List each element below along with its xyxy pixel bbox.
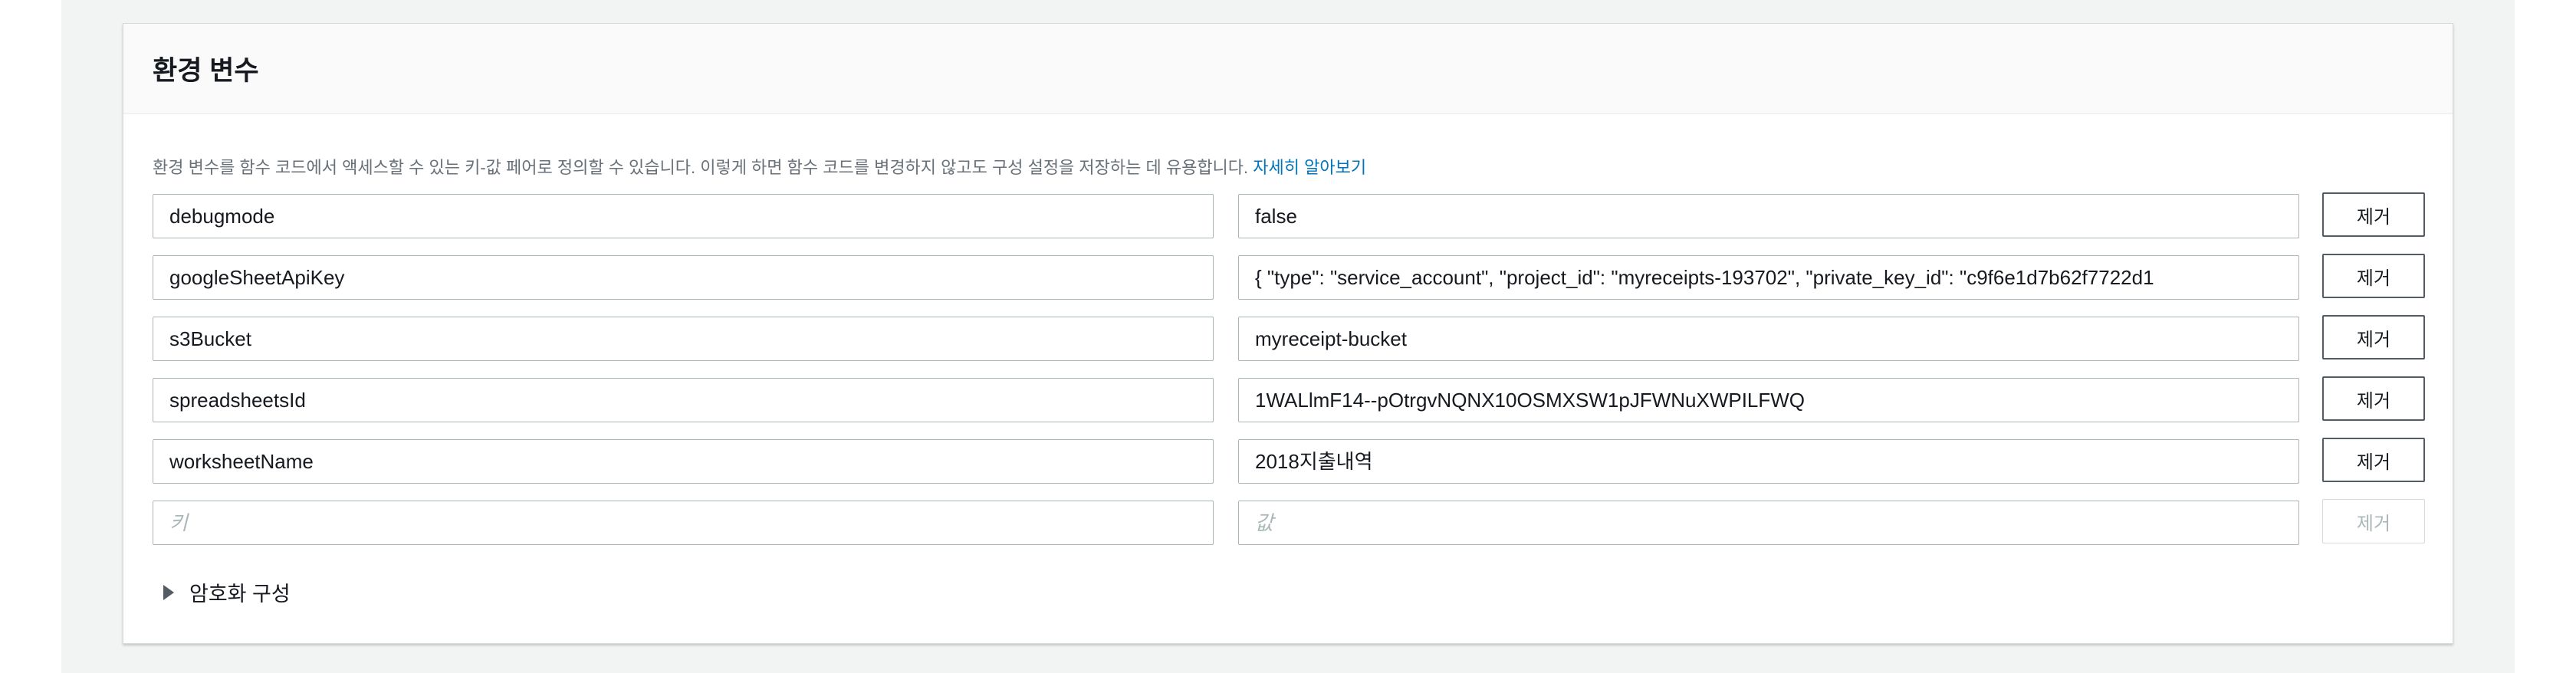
new-value-input[interactable]: 값 bbox=[1238, 501, 2299, 545]
learn-more-link[interactable]: 자세히 알아보기 bbox=[1253, 158, 1366, 177]
remove-button[interactable]: 제거 bbox=[2322, 192, 2425, 237]
encryption-config-label: 암호화 구성 bbox=[189, 583, 291, 606]
panel-header: 환경 변수 bbox=[123, 24, 2453, 114]
remove-button-disabled: 제거 bbox=[2322, 499, 2425, 543]
env-var-key-input[interactable]: worksheetName bbox=[153, 439, 1214, 484]
env-var-key-input[interactable]: debugmode bbox=[153, 194, 1214, 238]
environment-variables-panel: 환경 변수 환경 변수를 함수 코드에서 액세스할 수 있는 키-값 페어로 정… bbox=[123, 23, 2453, 644]
panel-title: 환경 변수 bbox=[153, 56, 259, 86]
env-var-value-input[interactable]: 2018지출내역 bbox=[1238, 439, 2299, 484]
caret-right-icon bbox=[163, 584, 174, 600]
env-var-value-input[interactable]: myreceipt-bucket bbox=[1238, 317, 2299, 361]
env-var-key-input[interactable]: spreadsheetsId bbox=[153, 378, 1214, 422]
env-var-key-input[interactable]: googleSheetApiKey bbox=[153, 255, 1214, 300]
panel-description: 환경 변수를 함수 코드에서 액세스할 수 있는 키-값 페어로 정의할 수 있… bbox=[153, 154, 1366, 179]
remove-button[interactable]: 제거 bbox=[2322, 438, 2425, 482]
remove-button[interactable]: 제거 bbox=[2322, 254, 2425, 298]
description-text: 환경 변수를 함수 코드에서 액세스할 수 있는 키-값 페어로 정의할 수 있… bbox=[153, 158, 1249, 177]
encryption-config-toggle[interactable]: 암호화 구성 bbox=[163, 577, 291, 607]
env-var-key-input[interactable]: s3Bucket bbox=[153, 317, 1214, 361]
env-var-value-input[interactable]: 1WALlmF14--pOtrgvNQNX10OSMXSW1pJFWNuXWPI… bbox=[1238, 378, 2299, 422]
env-var-value-input[interactable]: false bbox=[1238, 194, 2299, 238]
remove-button[interactable]: 제거 bbox=[2322, 376, 2425, 421]
env-var-value-input[interactable]: { "type": "service_account", "project_id… bbox=[1238, 255, 2299, 300]
remove-button[interactable]: 제거 bbox=[2322, 315, 2425, 359]
new-key-input[interactable]: 키 bbox=[153, 501, 1214, 545]
